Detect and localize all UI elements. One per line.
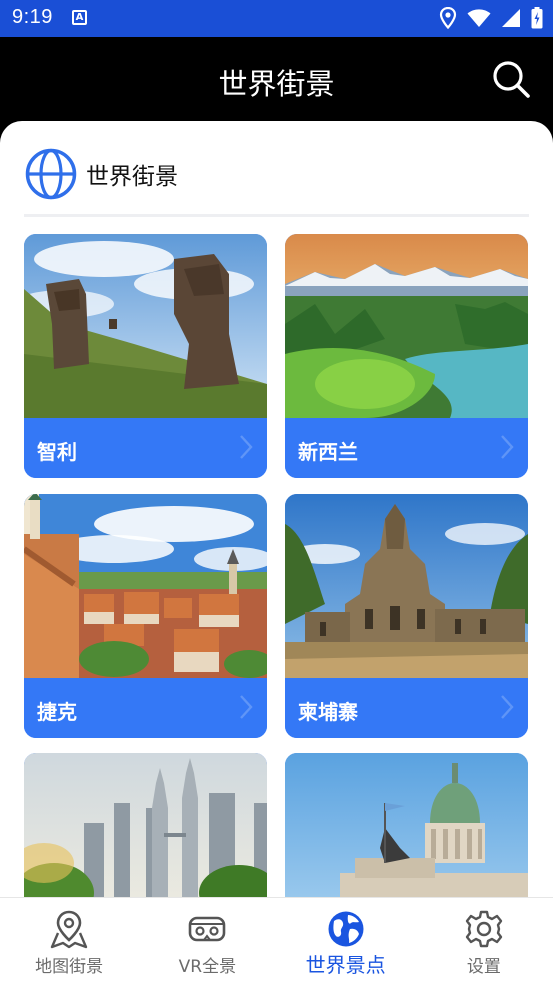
earth-icon xyxy=(328,911,364,947)
card-image xyxy=(24,494,267,678)
petronas-towers-image xyxy=(24,753,267,901)
divider xyxy=(24,214,529,217)
destination-card-czech[interactable]: 捷克 xyxy=(24,494,267,738)
nav-label: 设置 xyxy=(466,957,501,977)
nav-label: VR全景 xyxy=(178,957,237,977)
destination-card-chile[interactable]: 智利 xyxy=(24,234,267,478)
search-icon[interactable] xyxy=(491,59,531,99)
card-image xyxy=(24,753,267,901)
destination-card-cambodia[interactable]: 柬埔寨 xyxy=(285,494,528,738)
new-zealand-image xyxy=(285,234,528,418)
destination-card-argentina[interactable] xyxy=(285,753,528,901)
card-image xyxy=(285,234,528,418)
nav-label: 世界景点 xyxy=(305,953,386,977)
globe-icon xyxy=(25,148,77,200)
card-label-bar: 智利 xyxy=(24,418,267,478)
section-title: 世界街景 xyxy=(86,164,178,190)
cesky-krumlov-image xyxy=(24,494,267,678)
app-header: 世界街景 xyxy=(0,37,553,123)
nav-label: 地图街景 xyxy=(35,957,104,977)
card-label: 新西兰 xyxy=(298,440,358,464)
card-label: 捷克 xyxy=(37,700,77,724)
angkor-temple-image xyxy=(285,494,528,678)
card-label-bar: 柬埔寨 xyxy=(285,678,528,738)
notification-a-icon: A xyxy=(72,10,87,25)
chevron-right-icon xyxy=(240,435,253,459)
nav-item-settings[interactable]: 设置 xyxy=(415,898,553,984)
vr-goggles-icon xyxy=(189,916,226,942)
card-image xyxy=(24,234,267,418)
status-time: 9:19 xyxy=(12,6,53,28)
nav-item-vr-panorama[interactable]: VR全景 xyxy=(138,898,276,984)
section-header: 世界街景 xyxy=(24,147,178,201)
nav-item-map-streetview[interactable]: 地图街景 xyxy=(0,898,138,984)
card-label: 智利 xyxy=(37,440,77,464)
content-panel: 世界街景 智利 新西兰 捷克 柬埔寨 xyxy=(0,121,553,901)
location-icon xyxy=(439,7,457,29)
chevron-right-icon xyxy=(240,695,253,719)
battery-icon xyxy=(531,7,543,29)
wifi-icon xyxy=(467,9,491,27)
card-label: 柬埔寨 xyxy=(298,700,358,724)
status-bar: 9:19 A xyxy=(0,0,553,37)
chevron-right-icon xyxy=(501,695,514,719)
moai-image xyxy=(24,234,267,418)
destination-card-malaysia[interactable] xyxy=(24,753,267,901)
page-title: 世界街景 xyxy=(218,67,335,101)
chevron-right-icon xyxy=(501,435,514,459)
card-image xyxy=(285,753,528,901)
congress-dome-image xyxy=(285,753,528,901)
card-label-bar: 新西兰 xyxy=(285,418,528,478)
destination-card-new-zealand[interactable]: 新西兰 xyxy=(285,234,528,478)
status-icons xyxy=(439,7,543,29)
cell-signal-icon xyxy=(502,9,520,27)
bottom-nav: 地图街景 VR全景 世界景点 设置 xyxy=(0,897,553,984)
map-pin-icon xyxy=(50,910,88,949)
card-label-bar: 捷克 xyxy=(24,678,267,738)
card-image xyxy=(285,494,528,678)
gear-icon xyxy=(465,910,503,948)
nav-item-world-attractions[interactable]: 世界景点 xyxy=(277,898,415,984)
